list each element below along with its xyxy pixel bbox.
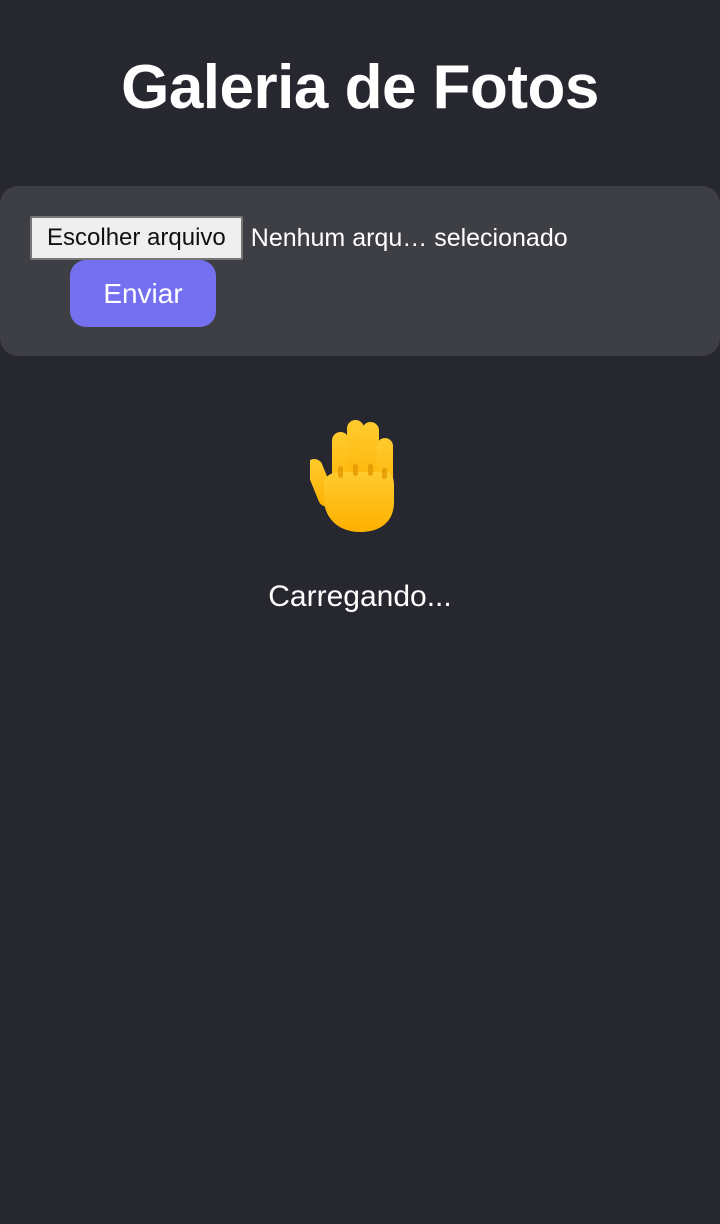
loading-indicator: Carregando... [0, 410, 720, 617]
page-title: Galeria de Fotos [121, 53, 599, 122]
submit-button[interactable]: Enviar [70, 260, 216, 327]
loading-text: Carregando... [268, 580, 452, 613]
raised-hand-icon [310, 420, 394, 532]
file-input[interactable]: Escolher arquivo Nenhum arqu… selecionad… [30, 216, 568, 260]
choose-file-button[interactable]: Escolher arquivo [30, 216, 243, 260]
upload-form: Escolher arquivo Nenhum arqu… selecionad… [0, 186, 720, 356]
file-status-text: Nenhum arqu… selecionado [250, 224, 568, 252]
